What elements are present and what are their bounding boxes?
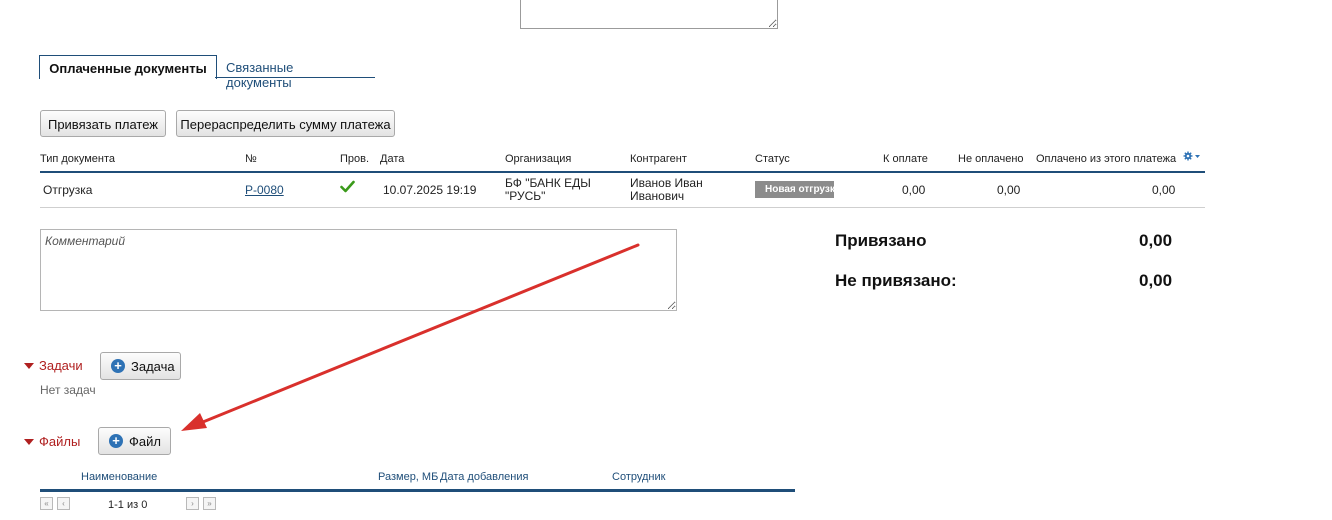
annotation-arrow: [181, 243, 640, 431]
